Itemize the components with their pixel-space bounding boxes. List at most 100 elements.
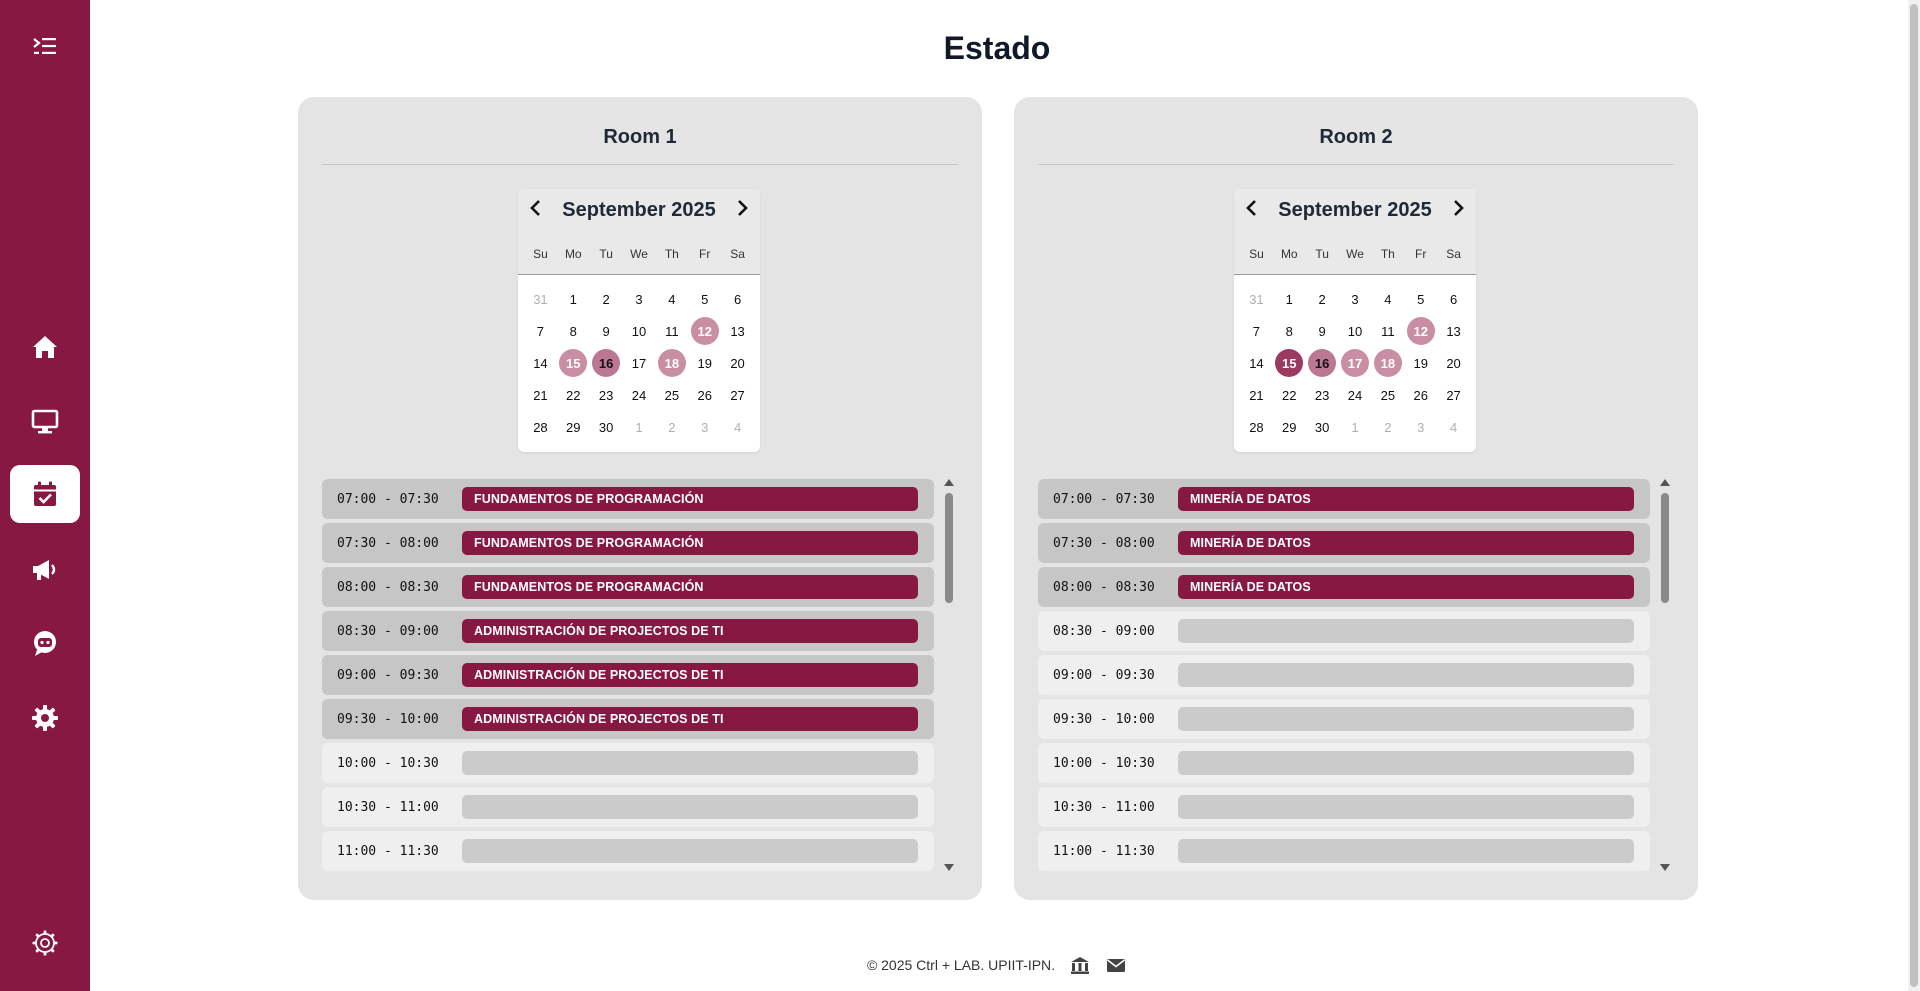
- calendar-day[interactable]: 19: [688, 349, 721, 377]
- calendar-day[interactable]: 27: [721, 381, 754, 409]
- calendar-day[interactable]: 6: [721, 285, 754, 313]
- calendar-day[interactable]: 28: [524, 413, 557, 441]
- calendar-day[interactable]: 27: [1437, 381, 1470, 409]
- calendar-day[interactable]: 17: [623, 349, 656, 377]
- calendar-day[interactable]: 3: [688, 413, 721, 441]
- time-slot-row[interactable]: 07:00 - 07:30 MINERÍA DE DATOS: [1038, 479, 1650, 519]
- calendar-day[interactable]: 31: [1240, 285, 1273, 313]
- time-slot-row[interactable]: 09:30 - 10:00: [1038, 699, 1650, 739]
- calendar-day[interactable]: 8: [1273, 317, 1306, 345]
- booking-subject[interactable]: ADMINISTRACIÓN DE PROJECTOS DE TI: [462, 707, 918, 731]
- calendar-day[interactable]: 11: [655, 317, 688, 345]
- calendar-day[interactable]: 24: [623, 381, 656, 409]
- calendar-day[interactable]: 15: [1273, 349, 1306, 377]
- time-slot-row[interactable]: 10:00 - 10:30: [1038, 743, 1650, 783]
- sidebar-item-chatbot[interactable]: [10, 614, 80, 672]
- time-slot-list[interactable]: 07:00 - 07:30 FUNDAMENTOS DE PROGRAMACIÓN…: [322, 475, 958, 875]
- time-slot-row[interactable]: 09:30 - 10:00 ADMINISTRACIÓN DE PROJECTOS…: [322, 699, 934, 739]
- time-slot-row[interactable]: 07:00 - 07:30 FUNDAMENTOS DE PROGRAMACIÓN: [322, 479, 934, 519]
- calendar-day[interactable]: 18: [655, 349, 688, 377]
- calendar-day[interactable]: 2: [1371, 413, 1404, 441]
- calendar-day[interactable]: 5: [688, 285, 721, 313]
- calendar-day[interactable]: 16: [590, 349, 623, 377]
- calendar-day[interactable]: 10: [1339, 317, 1372, 345]
- calendar-day[interactable]: 24: [1339, 381, 1372, 409]
- time-slot-row[interactable]: 11:00 - 11:30: [1038, 831, 1650, 871]
- scroll-down-arrow-icon[interactable]: [1660, 864, 1670, 871]
- calendar-day[interactable]: 25: [655, 381, 688, 409]
- calendar-day[interactable]: 5: [1404, 285, 1437, 313]
- sidebar-item-home[interactable]: [10, 318, 80, 376]
- time-slot-row[interactable]: 07:30 - 08:00 MINERÍA DE DATOS: [1038, 523, 1650, 563]
- calendar-day[interactable]: 25: [1371, 381, 1404, 409]
- calendar-day[interactable]: 31: [524, 285, 557, 313]
- booking-subject[interactable]: FUNDAMENTOS DE PROGRAMACIÓN: [462, 531, 918, 555]
- calendar-day[interactable]: 13: [1437, 317, 1470, 345]
- calendar-day[interactable]: 28: [1240, 413, 1273, 441]
- calendar-day[interactable]: 29: [557, 413, 590, 441]
- booking-subject[interactable]: FUNDAMENTOS DE PROGRAMACIÓN: [462, 487, 918, 511]
- calendar-day[interactable]: 23: [1306, 381, 1339, 409]
- calendar-day[interactable]: 30: [1306, 413, 1339, 441]
- calendar-day[interactable]: 9: [590, 317, 623, 345]
- calendar-day[interactable]: 18: [1371, 349, 1404, 377]
- calendar-day[interactable]: 17: [1339, 349, 1372, 377]
- calendar-day[interactable]: 2: [590, 285, 623, 313]
- sidebar-item-preferences[interactable]: [10, 914, 80, 972]
- calendar-day[interactable]: 10: [623, 317, 656, 345]
- calendar-day[interactable]: 1: [623, 413, 656, 441]
- time-slot-row[interactable]: 08:30 - 09:00 ADMINISTRACIÓN DE PROJECTOS…: [322, 611, 934, 651]
- calendar-day[interactable]: 4: [721, 413, 754, 441]
- time-slot-row[interactable]: 08:00 - 08:30 FUNDAMENTOS DE PROGRAMACIÓN: [322, 567, 934, 607]
- scrollbar[interactable]: [1656, 475, 1674, 875]
- time-slot-row[interactable]: 08:30 - 09:00: [1038, 611, 1650, 651]
- calendar-day[interactable]: 8: [557, 317, 590, 345]
- time-slot-row[interactable]: 08:00 - 08:30 MINERÍA DE DATOS: [1038, 567, 1650, 607]
- empty-slot-bar[interactable]: [1178, 663, 1634, 687]
- calendar-day[interactable]: 14: [1240, 349, 1273, 377]
- booking-subject[interactable]: MINERÍA DE DATOS: [1178, 531, 1634, 555]
- calendar-day[interactable]: 30: [590, 413, 623, 441]
- booking-subject[interactable]: MINERÍA DE DATOS: [1178, 487, 1634, 511]
- chevron-right-icon[interactable]: [730, 195, 754, 221]
- booking-subject[interactable]: ADMINISTRACIÓN DE PROJECTOS DE TI: [462, 619, 918, 643]
- calendar-day[interactable]: 4: [655, 285, 688, 313]
- calendar-day[interactable]: 19: [1404, 349, 1437, 377]
- calendar-day[interactable]: 7: [1240, 317, 1273, 345]
- empty-slot-bar[interactable]: [1178, 751, 1634, 775]
- calendar-day[interactable]: 14: [524, 349, 557, 377]
- sidebar-item-announcements[interactable]: [10, 540, 80, 598]
- time-slot-row[interactable]: 10:30 - 11:00: [1038, 787, 1650, 827]
- time-slot-row[interactable]: 10:30 - 11:00: [322, 787, 934, 827]
- institution-icon[interactable]: [1069, 955, 1091, 975]
- calendar-day[interactable]: 3: [623, 285, 656, 313]
- time-slot-row[interactable]: 07:30 - 08:00 FUNDAMENTOS DE PROGRAMACIÓN: [322, 523, 934, 563]
- calendar-day[interactable]: 2: [1306, 285, 1339, 313]
- calendar-day[interactable]: 9: [1306, 317, 1339, 345]
- calendar-day[interactable]: 3: [1339, 285, 1372, 313]
- time-slot-list[interactable]: 07:00 - 07:30 MINERÍA DE DATOS 07:30 - 08:…: [1038, 475, 1674, 875]
- booking-subject[interactable]: MINERÍA DE DATOS: [1178, 575, 1634, 599]
- calendar-day[interactable]: 16: [1306, 349, 1339, 377]
- calendar-day[interactable]: 4: [1437, 413, 1470, 441]
- calendar-day[interactable]: 29: [1273, 413, 1306, 441]
- scrollbar-thumb[interactable]: [1661, 493, 1669, 603]
- time-slot-row[interactable]: 09:00 - 09:30: [1038, 655, 1650, 695]
- empty-slot-bar[interactable]: [1178, 619, 1634, 643]
- calendar-day[interactable]: 26: [1404, 381, 1437, 409]
- calendar-day[interactable]: 21: [1240, 381, 1273, 409]
- calendar-day[interactable]: 22: [557, 381, 590, 409]
- empty-slot-bar[interactable]: [462, 751, 918, 775]
- empty-slot-bar[interactable]: [1178, 839, 1634, 863]
- sidebar-item-monitor[interactable]: [10, 392, 80, 450]
- menu-expand-icon[interactable]: [28, 32, 62, 60]
- scroll-down-arrow-icon[interactable]: [944, 864, 954, 871]
- empty-slot-bar[interactable]: [462, 795, 918, 819]
- calendar-day[interactable]: 21: [524, 381, 557, 409]
- calendar-day[interactable]: 7: [524, 317, 557, 345]
- empty-slot-bar[interactable]: [462, 839, 918, 863]
- scroll-up-arrow-icon[interactable]: [1660, 479, 1670, 486]
- calendar-day[interactable]: 12: [1404, 317, 1437, 345]
- scrollbar-thumb[interactable]: [945, 493, 953, 603]
- calendar-day[interactable]: 11: [1371, 317, 1404, 345]
